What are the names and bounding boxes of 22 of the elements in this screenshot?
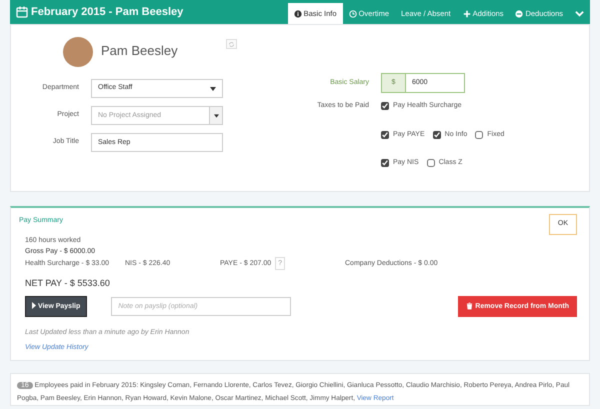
page-title: February 2015 - Pam Beesley [31,4,184,20]
chevron-down-icon [575,9,584,18]
net-pay-text: NET PAY - $ 5533.60 [25,278,111,288]
clock-icon [348,10,357,18]
caret-down-icon [210,86,216,90]
caret-down-icon [214,114,218,118]
plus-icon [462,10,471,18]
dropdown-button[interactable] [209,106,223,125]
employee-name: Pam Beesley [101,42,178,60]
checkbox[interactable] [475,130,484,139]
minus-circle-icon [515,10,524,18]
checkbox[interactable] [426,159,435,168]
trash-icon [466,302,474,310]
refresh-icon [228,40,235,48]
avatar-photo-placeholder [63,37,93,67]
checkbox[interactable] [381,130,389,139]
checkbox[interactable] [432,130,441,139]
checkbox[interactable] [381,159,389,168]
play-icon [32,302,36,310]
checkbox[interactable] [381,102,389,110]
info-icon [294,10,302,18]
calendar-icon [16,6,28,18]
